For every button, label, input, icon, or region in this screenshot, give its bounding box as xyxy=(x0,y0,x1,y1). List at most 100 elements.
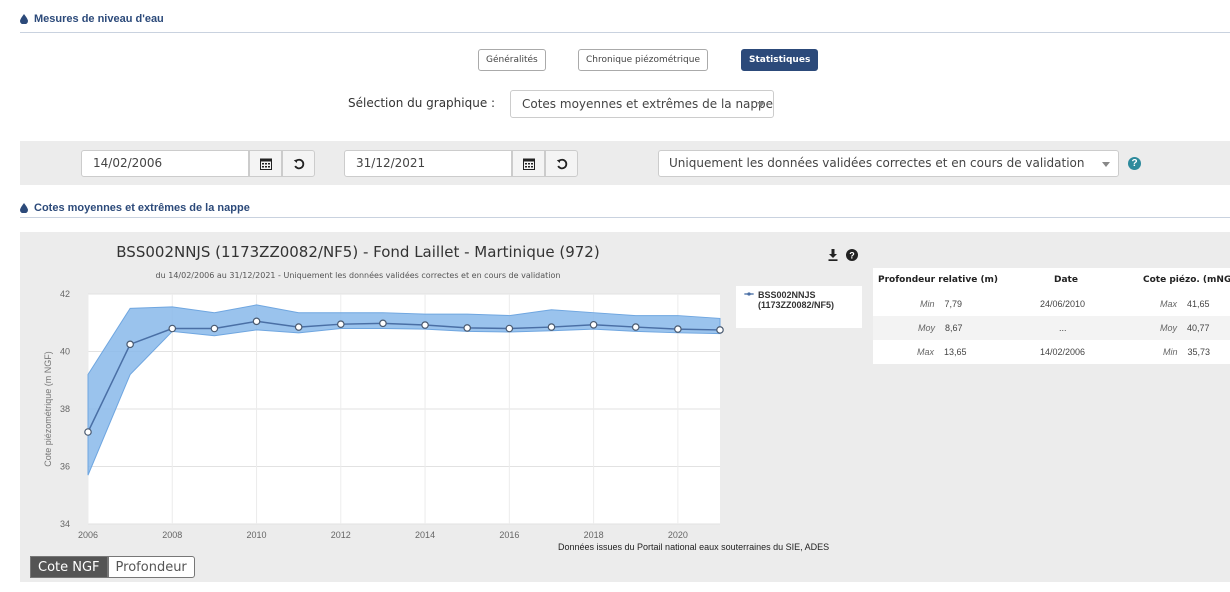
x-tick-label: 2018 xyxy=(584,530,604,540)
toggle-cote-ngf[interactable]: Cote NGF xyxy=(30,556,108,578)
section-divider xyxy=(20,217,1230,218)
chart-legend[interactable]: BSS002NNJS (1173ZZ0082/NF5) xyxy=(736,286,862,328)
legend-symbol xyxy=(744,292,754,296)
chart-select-value: Cotes moyennes et extrêmes de la nappe xyxy=(522,97,774,111)
start-reset-button[interactable] xyxy=(282,150,315,177)
data-point xyxy=(126,340,134,349)
data-point xyxy=(336,320,345,328)
start-calendar-button[interactable] xyxy=(249,150,282,177)
x-tick-label: 2012 xyxy=(331,530,351,540)
y-axis-label: Cote piézométrique (m NGF) xyxy=(43,351,53,467)
stats-date-cell: 24/06/2010 xyxy=(1040,299,1086,309)
stats-depth-label: Min xyxy=(920,299,935,309)
y-tick-label: 34 xyxy=(60,519,70,529)
tab-generalites[interactable]: Généralités xyxy=(478,49,546,71)
stats-depth-label: Max xyxy=(917,347,935,357)
validation-select[interactable]: Uniquement les données validées correcte… xyxy=(658,150,1119,177)
x-tick-label: 2020 xyxy=(668,530,688,540)
y-tick-label: 36 xyxy=(60,462,70,472)
svg-text:?: ? xyxy=(849,250,855,260)
stats-date-cell: ... xyxy=(1059,323,1067,333)
x-tick-label: 2016 xyxy=(499,530,519,540)
data-point xyxy=(463,324,472,332)
reset-icon xyxy=(556,158,568,170)
stats-row-min: Min 7,79 24/06/2010 Max 41,65 xyxy=(873,292,1230,316)
stats-header-depth: Profondeur relative (m) xyxy=(878,275,999,285)
end-reset-button[interactable] xyxy=(545,150,578,177)
data-point xyxy=(252,317,261,326)
x-tick-label: 2014 xyxy=(415,530,435,540)
chart-panel: BSS002NNJS (1173ZZ0082/NF5) - Fond Laill… xyxy=(20,232,1230,582)
data-point xyxy=(589,320,598,329)
help-icon[interactable]: ? xyxy=(1128,157,1141,170)
data-point xyxy=(168,324,177,333)
chart-title: BSS002NNJS (1173ZZ0082/NF5) - Fond Laill… xyxy=(116,243,600,261)
stats-depth-cell: Moy 8,67 xyxy=(918,316,963,340)
section-title-mesures: Mesures de niveau d'eau xyxy=(20,13,164,25)
stats-cote-label: Min xyxy=(1163,347,1178,357)
water-drop-icon xyxy=(20,14,28,24)
stats-depth-value: 13,65 xyxy=(944,347,967,357)
stats-depth-label: Moy xyxy=(918,323,936,333)
chevron-down-icon xyxy=(757,102,765,107)
end-date-input[interactable]: 31/12/2021 xyxy=(344,150,512,177)
data-point xyxy=(84,428,92,436)
start-date-input[interactable]: 14/02/2006 xyxy=(81,150,249,177)
stats-header-row: Profondeur relative (m) Date Cote piézo.… xyxy=(873,268,1230,292)
stats-depth-cell: Min 7,79 xyxy=(920,292,962,316)
section-title-text: Cotes moyennes et extrêmes de la nappe xyxy=(34,202,250,214)
view-tabs: Généralités Chronique piézométrique Stat… xyxy=(0,49,1230,71)
unit-toggle: Cote NGF Profondeur xyxy=(30,556,195,578)
stats-depth-value: 8,67 xyxy=(945,323,963,333)
stats-cote-cell: Max 41,65 xyxy=(1160,292,1210,316)
data-point xyxy=(210,324,219,333)
y-tick-label: 42 xyxy=(60,289,70,299)
toggle-profondeur[interactable]: Profondeur xyxy=(107,556,195,578)
stats-cote-value: 40,77 xyxy=(1187,323,1210,333)
data-point xyxy=(716,326,724,334)
stats-date-cell: 14/02/2006 xyxy=(1040,347,1086,357)
filter-bar: 14/02/2006 31/12/2021 Uniquement les don… xyxy=(20,141,1230,185)
x-tick-label: 2010 xyxy=(247,530,267,540)
data-point xyxy=(421,321,429,329)
stats-depth-cell: Max 13,65 xyxy=(917,340,967,364)
stats-header-date: Date xyxy=(1054,275,1078,285)
calendar-icon xyxy=(259,158,272,170)
section-divider xyxy=(20,32,1230,33)
data-point xyxy=(379,319,387,328)
stats-depth-value: 7,79 xyxy=(944,299,963,309)
stats-header-cote: Cote piézo. (mNGF) xyxy=(1143,275,1230,285)
legend-series-label: BSS002NNJS (1173ZZ0082/NF5) xyxy=(758,290,835,310)
calendar-icon xyxy=(522,158,535,170)
chart-help-icon[interactable]: ? xyxy=(846,249,858,264)
stats-row-max: Max 13,65 14/02/2006 Min 35,73 xyxy=(873,340,1230,364)
data-point xyxy=(674,325,682,333)
data-point xyxy=(631,323,640,331)
tab-statistiques[interactable]: Statistiques xyxy=(741,49,819,71)
y-tick-label: 40 xyxy=(60,347,70,357)
water-drop-icon xyxy=(20,203,28,213)
stats-cote-label: Max xyxy=(1160,299,1178,309)
data-point xyxy=(547,323,556,331)
chart-select[interactable]: Cotes moyennes et extrêmes de la nappe xyxy=(510,90,774,118)
tab-chronique[interactable]: Chronique piézométrique xyxy=(578,49,708,71)
chevron-down-icon xyxy=(1102,162,1110,167)
stats-table: Profondeur relative (m) Date Cote piézo.… xyxy=(873,268,1230,364)
chart-select-label: Sélection du graphique : xyxy=(348,96,496,110)
validation-select-value: Uniquement les données validées correcte… xyxy=(669,156,1085,170)
stats-cote-label: Moy xyxy=(1160,323,1178,333)
x-tick-label: 2006 xyxy=(78,530,98,540)
stats-cote-value: 41,65 xyxy=(1187,299,1210,309)
stats-cote-value: 35,73 xyxy=(1187,347,1211,357)
x-tick-label: 2008 xyxy=(162,530,182,540)
y-tick-label: 38 xyxy=(60,404,70,414)
reset-icon xyxy=(293,158,305,170)
section-title-cotes: Cotes moyennes et extrêmes de la nappe xyxy=(20,202,250,214)
data-point xyxy=(505,324,514,333)
download-icon[interactable] xyxy=(828,249,838,264)
data-source-note: Données issues du Portail national eaux … xyxy=(558,542,830,552)
section-title-text: Mesures de niveau d'eau xyxy=(34,13,164,25)
end-calendar-button[interactable] xyxy=(512,150,545,177)
stats-cote-cell: Moy 40,77 xyxy=(1160,316,1210,340)
stats-cote-cell: Min 35,73 xyxy=(1163,340,1210,364)
